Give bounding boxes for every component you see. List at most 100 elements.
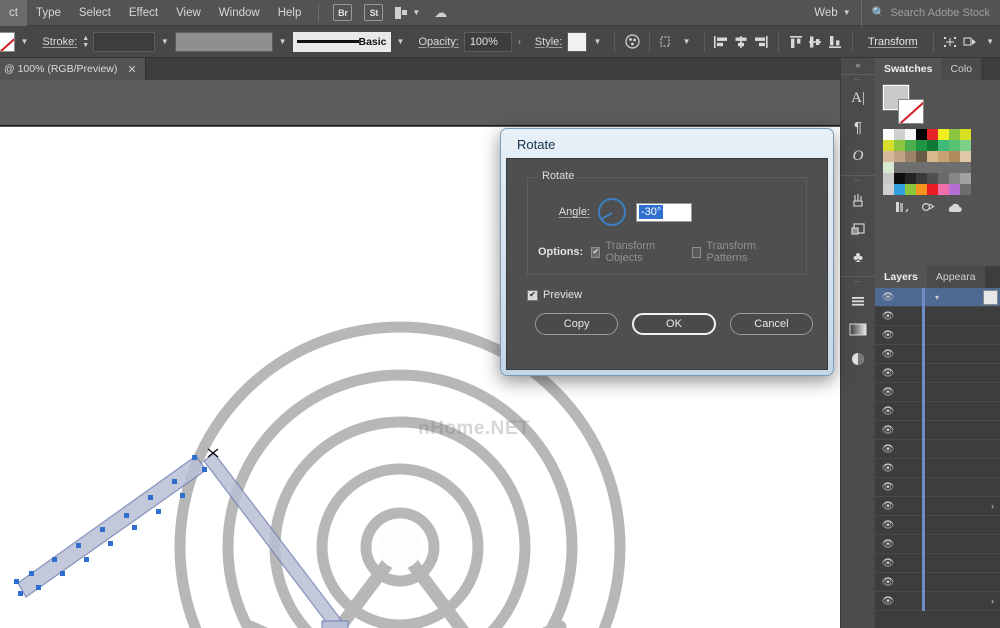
menu-item-view[interactable]: View bbox=[167, 0, 210, 26]
layer-row[interactable]: 👁› bbox=[875, 497, 1000, 516]
fill-color-swatch[interactable] bbox=[0, 32, 15, 52]
swatch-19[interactable] bbox=[916, 151, 927, 162]
menu-item-ct[interactable]: ct bbox=[0, 0, 27, 26]
graphic-style-swatch[interactable] bbox=[567, 32, 587, 52]
document-tab[interactable]: @ 100% (RGB/Preview) ✕ bbox=[0, 58, 146, 80]
chevron-down-icon[interactable]: ▾ bbox=[935, 293, 939, 302]
transform-panel-link[interactable]: Transform bbox=[860, 36, 926, 48]
swatch-20[interactable] bbox=[927, 151, 938, 162]
swatch-0[interactable] bbox=[883, 129, 894, 140]
character-panel-icon[interactable]: A| bbox=[841, 84, 875, 113]
rotate-dialog[interactable]: Rotate Rotate Angle: -30° Options: Trans… bbox=[500, 128, 834, 376]
swatch-31[interactable] bbox=[960, 162, 971, 173]
swatch-35[interactable] bbox=[916, 173, 927, 184]
swatch-21[interactable] bbox=[938, 151, 949, 162]
swatch-24[interactable] bbox=[883, 162, 894, 173]
select-similar-objects-icon[interactable] bbox=[960, 31, 980, 53]
arrange-documents-icon[interactable] bbox=[395, 7, 407, 19]
swatch-22[interactable] bbox=[949, 151, 960, 162]
stroke-profile-field[interactable] bbox=[175, 32, 273, 52]
visibility-eye-icon[interactable]: 👁 bbox=[875, 368, 901, 379]
visibility-eye-icon[interactable]: 👁 bbox=[875, 577, 901, 588]
swatch-14[interactable] bbox=[949, 140, 960, 151]
align-panel-icon[interactable] bbox=[841, 286, 875, 315]
swatch-27[interactable] bbox=[916, 162, 927, 173]
opacity-more-arrow[interactable]: › bbox=[512, 37, 527, 46]
collapse-panels-icon[interactable]: « bbox=[841, 58, 875, 74]
stock-button[interactable]: St bbox=[364, 4, 383, 21]
stroke-style-chevron-down-icon[interactable]: ▼ bbox=[391, 37, 411, 46]
swatch-30[interactable] bbox=[949, 162, 960, 173]
stroke-swatch[interactable] bbox=[898, 99, 924, 124]
bridge-button[interactable]: Br bbox=[333, 4, 352, 21]
swatch-15[interactable] bbox=[960, 140, 971, 151]
stroke-definition-preview[interactable]: Basic bbox=[293, 32, 391, 52]
swatch-5[interactable] bbox=[938, 129, 949, 140]
isolate-selected-icon[interactable] bbox=[941, 31, 961, 53]
swatch-39[interactable] bbox=[960, 173, 971, 184]
swatch-36[interactable] bbox=[927, 173, 938, 184]
stroke-profile-chevron-down-icon[interactable]: ▼ bbox=[273, 37, 293, 46]
copy-button[interactable]: Copy bbox=[535, 313, 618, 335]
fill-stroke-indicator[interactable] bbox=[883, 85, 927, 123]
swatch-25[interactable] bbox=[894, 162, 905, 173]
layer-row[interactable]: 👁 bbox=[875, 516, 1000, 535]
tab-color[interactable]: Colo bbox=[941, 58, 981, 80]
swatch-18[interactable] bbox=[905, 151, 916, 162]
layer-row[interactable]: 👁 bbox=[875, 554, 1000, 573]
visibility-eye-icon[interactable]: 👁 bbox=[875, 596, 901, 607]
layer-row[interactable]: 👁 bbox=[875, 535, 1000, 554]
transform-patterns-checkbox-box[interactable] bbox=[692, 247, 701, 258]
ok-button[interactable]: OK bbox=[632, 313, 716, 335]
tab-layers[interactable]: Layers bbox=[875, 266, 927, 288]
angle-input[interactable]: -30° bbox=[636, 203, 692, 222]
chevron-right-icon[interactable]: › bbox=[991, 596, 994, 606]
visibility-eye-icon[interactable]: 👁 bbox=[875, 558, 901, 569]
swatch-1[interactable] bbox=[894, 129, 905, 140]
layer-row[interactable]: 👁 bbox=[875, 383, 1000, 402]
layer-row[interactable]: 👁 bbox=[875, 402, 1000, 421]
layer-row[interactable]: 👁› bbox=[875, 592, 1000, 611]
visibility-eye-icon[interactable]: 👁 bbox=[875, 463, 901, 474]
menu-item-help[interactable]: Help bbox=[269, 0, 311, 26]
fill-chevron-down-icon[interactable]: ▼ bbox=[15, 37, 35, 46]
style-chevron-down-icon[interactable]: ▼ bbox=[587, 37, 607, 46]
menu-item-effect[interactable]: Effect bbox=[120, 0, 167, 26]
swatch-47[interactable] bbox=[960, 184, 971, 195]
new-color-group-icon[interactable] bbox=[947, 201, 963, 216]
opentype-panel-icon[interactable]: O bbox=[841, 142, 875, 171]
visibility-eye-icon[interactable]: 👁 bbox=[875, 482, 901, 493]
preview-checkbox-box[interactable] bbox=[527, 290, 538, 301]
cloud-sync-icon[interactable]: ☁ bbox=[434, 5, 447, 21]
swatch-grid[interactable] bbox=[883, 129, 1000, 195]
swatch-libraries-icon[interactable] bbox=[895, 201, 909, 216]
symbols-panel-icon[interactable]: ♣ bbox=[841, 243, 875, 272]
swatch-16[interactable] bbox=[883, 151, 894, 162]
swatch-13[interactable] bbox=[938, 140, 949, 151]
swatch-28[interactable] bbox=[927, 162, 938, 173]
chevron-right-icon[interactable]: › bbox=[991, 501, 994, 511]
layers-list[interactable]: 👁▾👁👁👁👁👁👁👁👁👁👁👁›👁👁👁👁👁› bbox=[875, 288, 1000, 628]
visibility-eye-icon[interactable]: 👁 bbox=[875, 425, 901, 436]
swatch-17[interactable] bbox=[894, 151, 905, 162]
visibility-eye-icon[interactable]: 👁 bbox=[875, 501, 901, 512]
tab-swatches[interactable]: Swatches bbox=[875, 58, 941, 80]
recolor-artwork-icon[interactable] bbox=[622, 31, 642, 53]
tab-appearance[interactable]: Appeara bbox=[927, 266, 985, 288]
swatch-38[interactable] bbox=[949, 173, 960, 184]
close-icon[interactable]: ✕ bbox=[127, 63, 136, 76]
swatch-2[interactable] bbox=[905, 129, 916, 140]
layer-row[interactable]: 👁 bbox=[875, 459, 1000, 478]
swatch-7[interactable] bbox=[960, 129, 971, 140]
swatch-29[interactable] bbox=[938, 162, 949, 173]
transform-patterns-checkbox[interactable]: Transform Patterns bbox=[692, 240, 782, 264]
stroke-weight-field[interactable] bbox=[93, 32, 155, 52]
visibility-eye-icon[interactable]: 👁 bbox=[875, 311, 901, 322]
swatch-11[interactable] bbox=[916, 140, 927, 151]
visibility-eye-icon[interactable]: 👁 bbox=[875, 444, 901, 455]
swatch-3[interactable] bbox=[916, 129, 927, 140]
chevron-down-icon[interactable]: ▼ bbox=[412, 8, 420, 17]
swatch-44[interactable] bbox=[927, 184, 938, 195]
swatch-37[interactable] bbox=[938, 173, 949, 184]
swatch-46[interactable] bbox=[949, 184, 960, 195]
